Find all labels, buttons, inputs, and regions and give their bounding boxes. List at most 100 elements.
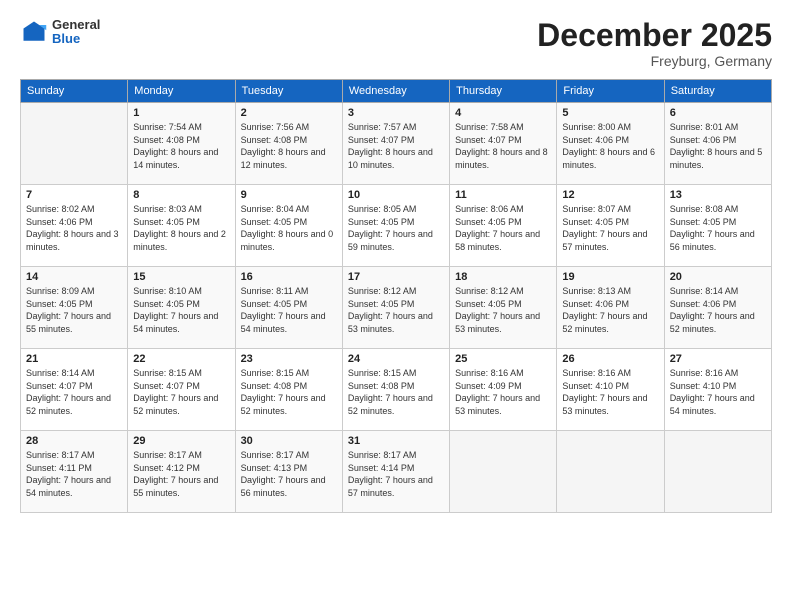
day-info: Sunrise: 8:07 AM Sunset: 4:05 PM Dayligh… bbox=[562, 203, 658, 253]
sunrise-label: Sunrise: 7:54 AM bbox=[133, 122, 202, 132]
day-info: Sunrise: 8:00 AM Sunset: 4:06 PM Dayligh… bbox=[562, 121, 658, 171]
day-info: Sunrise: 8:11 AM Sunset: 4:05 PM Dayligh… bbox=[241, 285, 337, 335]
week-row-4: 21 Sunrise: 8:14 AM Sunset: 4:07 PM Dayl… bbox=[21, 349, 772, 431]
sunrise-label: Sunrise: 8:14 AM bbox=[26, 368, 95, 378]
table-cell: 30 Sunrise: 8:17 AM Sunset: 4:13 PM Dayl… bbox=[235, 431, 342, 513]
daylight-label: Daylight: 7 hours and 53 minutes. bbox=[562, 393, 647, 416]
day-number: 10 bbox=[348, 189, 444, 201]
sunrise-label: Sunrise: 8:03 AM bbox=[133, 204, 202, 214]
sunset-label: Sunset: 4:13 PM bbox=[241, 463, 308, 473]
daylight-label: Daylight: 7 hours and 54 minutes. bbox=[241, 311, 326, 334]
daylight-label: Daylight: 7 hours and 56 minutes. bbox=[670, 229, 755, 252]
month-title: December 2025 bbox=[537, 18, 772, 53]
sunset-label: Sunset: 4:06 PM bbox=[562, 299, 629, 309]
table-cell: 7 Sunrise: 8:02 AM Sunset: 4:06 PM Dayli… bbox=[21, 185, 128, 267]
col-wednesday: Wednesday bbox=[342, 80, 449, 103]
table-cell bbox=[557, 431, 664, 513]
table-cell: 19 Sunrise: 8:13 AM Sunset: 4:06 PM Dayl… bbox=[557, 267, 664, 349]
daylight-label: Daylight: 7 hours and 52 minutes. bbox=[26, 393, 111, 416]
daylight-label: Daylight: 7 hours and 52 minutes. bbox=[670, 311, 755, 334]
daylight-label: Daylight: 8 hours and 0 minutes. bbox=[241, 229, 334, 252]
sunrise-label: Sunrise: 8:17 AM bbox=[26, 450, 95, 460]
table-cell: 3 Sunrise: 7:57 AM Sunset: 4:07 PM Dayli… bbox=[342, 103, 449, 185]
sunrise-label: Sunrise: 8:06 AM bbox=[455, 204, 524, 214]
sunrise-label: Sunrise: 8:17 AM bbox=[241, 450, 310, 460]
day-info: Sunrise: 8:03 AM Sunset: 4:05 PM Dayligh… bbox=[133, 203, 229, 253]
table-cell: 2 Sunrise: 7:56 AM Sunset: 4:08 PM Dayli… bbox=[235, 103, 342, 185]
sunrise-label: Sunrise: 8:16 AM bbox=[670, 368, 739, 378]
daylight-label: Daylight: 7 hours and 57 minutes. bbox=[348, 475, 433, 498]
sunset-label: Sunset: 4:05 PM bbox=[455, 217, 522, 227]
table-cell: 8 Sunrise: 8:03 AM Sunset: 4:05 PM Dayli… bbox=[128, 185, 235, 267]
day-number: 1 bbox=[133, 107, 229, 119]
table-cell: 29 Sunrise: 8:17 AM Sunset: 4:12 PM Dayl… bbox=[128, 431, 235, 513]
daylight-label: Daylight: 8 hours and 5 minutes. bbox=[670, 147, 763, 170]
col-tuesday: Tuesday bbox=[235, 80, 342, 103]
day-info: Sunrise: 8:16 AM Sunset: 4:10 PM Dayligh… bbox=[562, 367, 658, 417]
day-info: Sunrise: 7:57 AM Sunset: 4:07 PM Dayligh… bbox=[348, 121, 444, 171]
week-row-2: 7 Sunrise: 8:02 AM Sunset: 4:06 PM Dayli… bbox=[21, 185, 772, 267]
sunset-label: Sunset: 4:06 PM bbox=[670, 135, 737, 145]
sunrise-label: Sunrise: 8:07 AM bbox=[562, 204, 631, 214]
day-info: Sunrise: 8:08 AM Sunset: 4:05 PM Dayligh… bbox=[670, 203, 766, 253]
sunrise-label: Sunrise: 8:15 AM bbox=[348, 368, 417, 378]
sunrise-label: Sunrise: 8:17 AM bbox=[133, 450, 202, 460]
day-info: Sunrise: 8:16 AM Sunset: 4:09 PM Dayligh… bbox=[455, 367, 551, 417]
day-number: 24 bbox=[348, 353, 444, 365]
sunrise-label: Sunrise: 8:16 AM bbox=[455, 368, 524, 378]
day-number: 31 bbox=[348, 435, 444, 447]
daylight-label: Daylight: 7 hours and 55 minutes. bbox=[133, 475, 218, 498]
sunset-label: Sunset: 4:07 PM bbox=[348, 135, 415, 145]
col-thursday: Thursday bbox=[450, 80, 557, 103]
sunset-label: Sunset: 4:06 PM bbox=[562, 135, 629, 145]
daylight-label: Daylight: 7 hours and 53 minutes. bbox=[455, 393, 540, 416]
table-cell: 6 Sunrise: 8:01 AM Sunset: 4:06 PM Dayli… bbox=[664, 103, 771, 185]
table-cell: 31 Sunrise: 8:17 AM Sunset: 4:14 PM Dayl… bbox=[342, 431, 449, 513]
sunrise-label: Sunrise: 8:10 AM bbox=[133, 286, 202, 296]
day-info: Sunrise: 8:17 AM Sunset: 4:11 PM Dayligh… bbox=[26, 449, 122, 499]
sunset-label: Sunset: 4:08 PM bbox=[348, 381, 415, 391]
daylight-label: Daylight: 7 hours and 52 minutes. bbox=[562, 311, 647, 334]
daylight-label: Daylight: 7 hours and 54 minutes. bbox=[133, 311, 218, 334]
day-number: 21 bbox=[26, 353, 122, 365]
sunset-label: Sunset: 4:05 PM bbox=[670, 217, 737, 227]
sunrise-label: Sunrise: 8:15 AM bbox=[133, 368, 202, 378]
day-number: 14 bbox=[26, 271, 122, 283]
table-cell: 5 Sunrise: 8:00 AM Sunset: 4:06 PM Dayli… bbox=[557, 103, 664, 185]
sunset-label: Sunset: 4:07 PM bbox=[455, 135, 522, 145]
sunrise-label: Sunrise: 8:12 AM bbox=[455, 286, 524, 296]
table-cell: 10 Sunrise: 8:05 AM Sunset: 4:05 PM Dayl… bbox=[342, 185, 449, 267]
day-number: 25 bbox=[455, 353, 551, 365]
table-cell bbox=[21, 103, 128, 185]
table-cell bbox=[664, 431, 771, 513]
location: Freyburg, Germany bbox=[537, 53, 772, 69]
daylight-label: Daylight: 7 hours and 54 minutes. bbox=[670, 393, 755, 416]
day-info: Sunrise: 8:13 AM Sunset: 4:06 PM Dayligh… bbox=[562, 285, 658, 335]
day-info: Sunrise: 8:01 AM Sunset: 4:06 PM Dayligh… bbox=[670, 121, 766, 171]
table-cell: 15 Sunrise: 8:10 AM Sunset: 4:05 PM Dayl… bbox=[128, 267, 235, 349]
table-cell: 21 Sunrise: 8:14 AM Sunset: 4:07 PM Dayl… bbox=[21, 349, 128, 431]
sunset-label: Sunset: 4:05 PM bbox=[133, 217, 200, 227]
daylight-label: Daylight: 7 hours and 52 minutes. bbox=[241, 393, 326, 416]
daylight-label: Daylight: 7 hours and 52 minutes. bbox=[348, 393, 433, 416]
sunset-label: Sunset: 4:06 PM bbox=[26, 217, 93, 227]
sunset-label: Sunset: 4:05 PM bbox=[241, 299, 308, 309]
sunset-label: Sunset: 4:10 PM bbox=[562, 381, 629, 391]
table-cell: 17 Sunrise: 8:12 AM Sunset: 4:05 PM Dayl… bbox=[342, 267, 449, 349]
logo-icon bbox=[20, 18, 48, 46]
daylight-label: Daylight: 7 hours and 59 minutes. bbox=[348, 229, 433, 252]
table-cell: 28 Sunrise: 8:17 AM Sunset: 4:11 PM Dayl… bbox=[21, 431, 128, 513]
table-cell: 27 Sunrise: 8:16 AM Sunset: 4:10 PM Dayl… bbox=[664, 349, 771, 431]
daylight-label: Daylight: 7 hours and 53 minutes. bbox=[348, 311, 433, 334]
sunset-label: Sunset: 4:08 PM bbox=[133, 135, 200, 145]
day-info: Sunrise: 8:12 AM Sunset: 4:05 PM Dayligh… bbox=[455, 285, 551, 335]
sunrise-label: Sunrise: 8:00 AM bbox=[562, 122, 631, 132]
table-cell: 9 Sunrise: 8:04 AM Sunset: 4:05 PM Dayli… bbox=[235, 185, 342, 267]
sunset-label: Sunset: 4:08 PM bbox=[241, 381, 308, 391]
sunset-label: Sunset: 4:05 PM bbox=[562, 217, 629, 227]
daylight-label: Daylight: 8 hours and 6 minutes. bbox=[562, 147, 655, 170]
title-block: December 2025 Freyburg, Germany bbox=[537, 18, 772, 69]
day-number: 8 bbox=[133, 189, 229, 201]
week-row-5: 28 Sunrise: 8:17 AM Sunset: 4:11 PM Dayl… bbox=[21, 431, 772, 513]
day-number: 7 bbox=[26, 189, 122, 201]
